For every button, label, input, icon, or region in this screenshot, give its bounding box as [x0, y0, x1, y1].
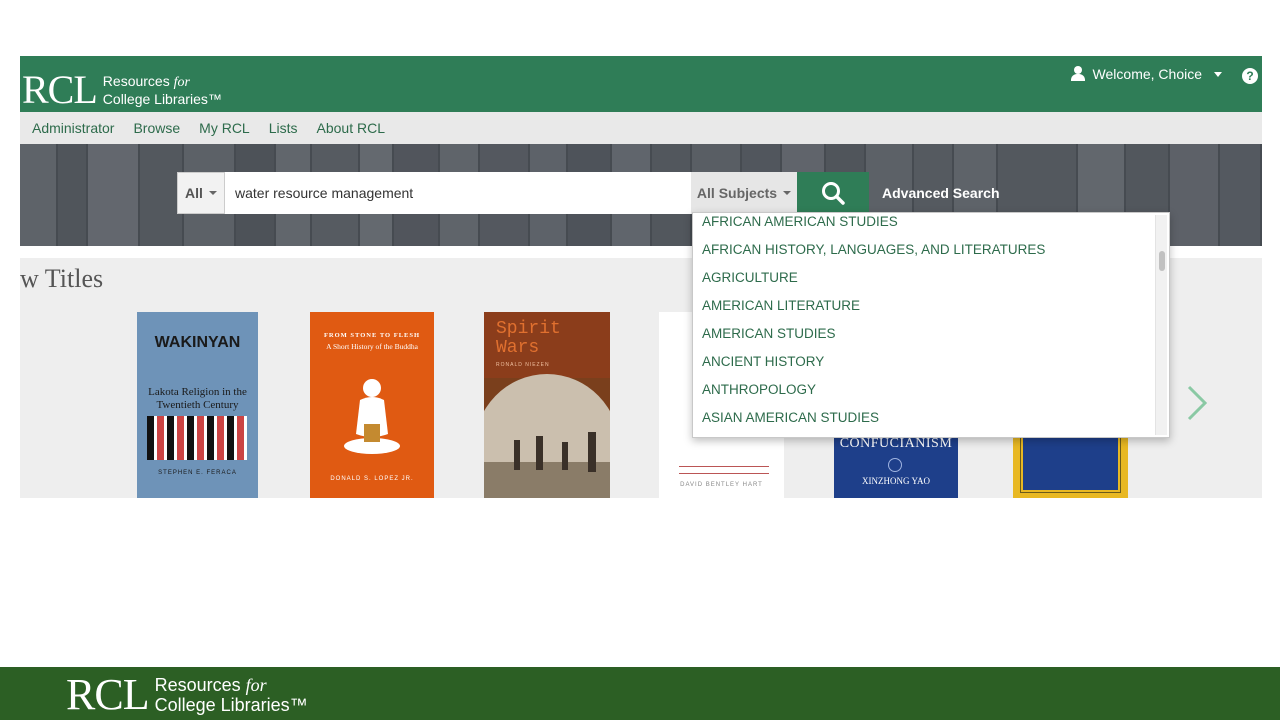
search-button[interactable] — [797, 172, 869, 214]
book-author: STEPHEN E. FERACA — [158, 470, 237, 476]
book-pattern — [147, 416, 247, 460]
cover-emblem — [888, 458, 902, 472]
nav-browse[interactable]: Browse — [133, 120, 180, 136]
scope-dropdown[interactable]: All — [177, 172, 225, 214]
book-author: RONALD NIEZEN — [496, 362, 550, 368]
nav-administrator[interactable]: Administrator — [32, 120, 114, 136]
footer-logo: RCL Resources for College Libraries™ — [66, 673, 308, 717]
buddha-figure — [344, 379, 400, 454]
page: RCL Resources for College Libraries™ Wel… — [0, 0, 1280, 720]
subjects-menu: AFRICAN AMERICAN STUDIES AFRICAN HISTORY… — [692, 212, 1170, 438]
logo-text: RCL — [66, 670, 150, 719]
help-icon[interactable]: ? — [1242, 68, 1258, 84]
cover-panel — [1020, 431, 1121, 493]
logo-line1-italic: for — [173, 75, 190, 90]
logo-line1: Resources — [154, 675, 246, 695]
book-subtitle: Lakota Religion in the Twentieth Century — [148, 386, 247, 411]
search-input[interactable] — [225, 172, 691, 214]
book-subtitle: A Short History of the Buddha — [326, 342, 418, 351]
user-icon — [1070, 66, 1085, 82]
book-title: FROM STONE TO FLESH — [323, 332, 421, 339]
logo-subtitle: Resources for College Libraries™ — [155, 675, 308, 715]
nav-my-rcl[interactable]: My RCL — [199, 120, 250, 136]
scrollbar-thumb[interactable] — [1159, 251, 1165, 271]
logo-subtitle: Resources for College Libraries™ — [103, 73, 222, 107]
nav-about-rcl[interactable]: About RCL — [317, 120, 385, 136]
chevron-down-icon — [783, 191, 792, 195]
main-nav: Administrator Browse My RCL Lists About … — [20, 112, 1262, 144]
subject-option[interactable]: AMERICAN LITERATURE — [702, 298, 860, 313]
top-header: RCL Resources for College Libraries™ Wel… — [20, 56, 1262, 112]
section-heading: w Titles — [20, 264, 104, 293]
subject-option[interactable]: ANCIENT HISTORY — [702, 354, 824, 369]
cover-figure — [562, 442, 568, 470]
book-title: WAKINYAN — [154, 334, 241, 351]
subject-option[interactable]: ANTHROPOLOGY — [702, 382, 816, 397]
cover-rule — [679, 466, 769, 474]
advanced-search-link[interactable]: Advanced Search — [882, 185, 1000, 201]
search-icon — [822, 182, 845, 205]
chevron-down-icon — [208, 191, 217, 195]
book-author: DONALD S. LOPEZ JR. — [330, 476, 414, 482]
book-cover[interactable]: Spirit Wars RONALD NIEZEN — [484, 312, 610, 498]
welcome-text: Welcome, Choice — [1092, 66, 1202, 82]
logo-line2: College Libraries™ — [154, 695, 308, 715]
logo-line1: Resources — [102, 73, 174, 89]
logo-text: RCL — [22, 67, 98, 112]
cover-figure — [588, 432, 596, 472]
dropdown-scrollbar[interactable] — [1155, 215, 1167, 435]
chevron-down-icon — [1214, 71, 1222, 77]
scope-label: All — [185, 185, 203, 201]
subject-option[interactable]: AGRICULTURE — [702, 270, 798, 285]
subject-option[interactable]: AMERICAN STUDIES — [702, 326, 836, 341]
logo-line2: College Libraries™ — [102, 91, 222, 107]
footer-banner: RCL Resources for College Libraries™ — [0, 667, 1280, 720]
nav-lists[interactable]: Lists — [269, 120, 298, 136]
subjects-dropdown[interactable]: All Subjects — [691, 172, 797, 214]
cover-figure — [514, 440, 520, 470]
rcl-logo[interactable]: RCL Resources for College Libraries™ — [22, 70, 222, 110]
subject-option[interactable]: AFRICAN HISTORY, LANGUAGES, AND LITERATU… — [702, 242, 1045, 257]
book-title: CONFUCIANISM — [839, 436, 953, 451]
book-cover[interactable]: WAKINYAN Lakota Religion in the Twentiet… — [137, 312, 258, 498]
logo-line1-italic: for — [245, 675, 267, 695]
book-cover[interactable]: FROM STONE TO FLESH A Short History of t… — [310, 312, 434, 498]
book-author: DAVID BENTLEY HART — [680, 482, 763, 488]
book-author: XINZHONG YAO — [862, 476, 930, 486]
chevron-right-icon[interactable] — [1186, 384, 1208, 422]
user-menu[interactable]: Welcome, Choice — [1070, 66, 1222, 82]
book-title: Spirit Wars — [496, 319, 561, 358]
subjects-label: All Subjects — [696, 185, 778, 201]
subject-option[interactable]: AFRICAN AMERICAN STUDIES — [702, 214, 898, 229]
cover-figure — [536, 436, 543, 470]
search-bar: All All Subjects — [177, 172, 869, 214]
subject-option[interactable]: ASIAN AMERICAN STUDIES — [702, 410, 879, 425]
